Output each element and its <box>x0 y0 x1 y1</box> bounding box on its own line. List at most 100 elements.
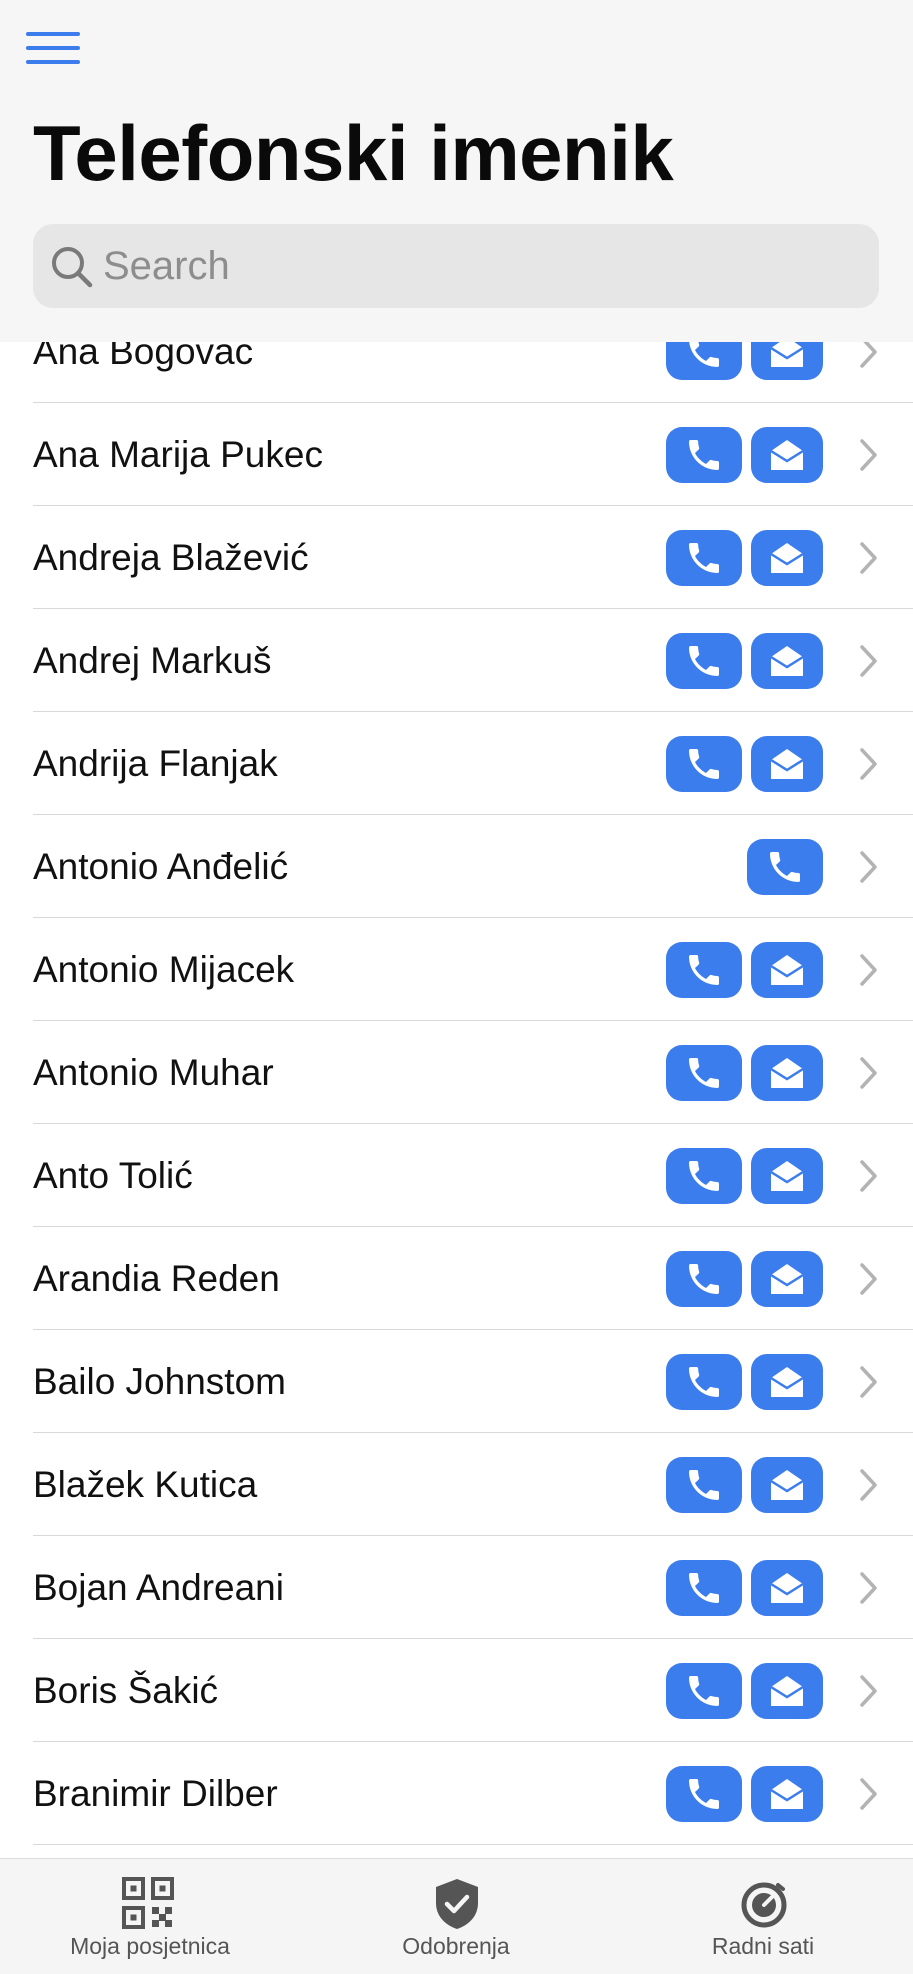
shield-check-icon <box>436 1879 478 1929</box>
clock-icon <box>741 1882 787 1928</box>
email-button[interactable] <box>751 1354 823 1410</box>
call-button[interactable] <box>666 736 742 792</box>
envelope-open-icon <box>770 1058 804 1088</box>
call-button[interactable] <box>666 1045 742 1101</box>
contact-row[interactable]: Arandia Reden <box>0 1227 913 1330</box>
envelope-open-icon <box>770 1264 804 1294</box>
call-button[interactable] <box>666 1560 742 1616</box>
phone-icon <box>689 1058 719 1088</box>
tab-label: Radni sati <box>711 1933 815 1959</box>
call-button[interactable] <box>666 633 742 689</box>
contact-row[interactable]: Blažek Kutica <box>0 1433 913 1536</box>
app-header: Telefonski imenik <box>0 0 913 342</box>
tab-label: Moja posjetnica <box>70 1933 230 1959</box>
bottom-tab-bar: Moja posjetnica Odobrenja Radni sati <box>0 1858 913 1974</box>
call-button[interactable] <box>666 1354 742 1410</box>
contact-row[interactable]: Branimir Dilber <box>0 1742 913 1845</box>
contact-row[interactable]: Boris Šakić <box>0 1639 913 1742</box>
phone-icon <box>689 543 719 573</box>
call-button[interactable] <box>666 1766 742 1822</box>
chevron-right-icon <box>860 851 877 883</box>
tab-label: Odobrenja <box>402 1933 510 1959</box>
chevron-right-icon <box>860 645 877 677</box>
contact-row[interactable]: Ana Marija Pukec <box>0 403 913 506</box>
contact-row[interactable]: Antonio Mijacek <box>0 918 913 1021</box>
envelope-open-icon <box>770 1470 804 1500</box>
email-button[interactable] <box>751 1663 823 1719</box>
contact-name: Ana Marija Pukec <box>33 434 323 475</box>
contact-row[interactable]: Antonio Muhar <box>0 1021 913 1124</box>
contact-row[interactable]: Bailo Johnstom <box>0 1330 913 1433</box>
envelope-open-icon <box>770 543 804 573</box>
chevron-right-icon <box>860 1469 877 1501</box>
phone-icon <box>689 646 719 676</box>
email-button[interactable] <box>751 1148 823 1204</box>
qr-code-icon <box>122 1877 174 1929</box>
call-button[interactable] <box>666 1251 742 1307</box>
contact-name: Branimir Dilber <box>33 1773 278 1814</box>
contact-name: Andrej Markuš <box>33 640 272 681</box>
search-bar[interactable] <box>33 224 879 308</box>
chevron-right-icon <box>860 1675 877 1707</box>
call-button[interactable] <box>666 427 742 483</box>
contact-name: Andrija Flanjak <box>33 743 278 784</box>
envelope-open-icon <box>770 440 804 470</box>
phone-icon <box>689 955 719 985</box>
email-button[interactable] <box>751 1457 823 1513</box>
contact-name: Anto Tolić <box>33 1155 193 1196</box>
phone-icon <box>689 749 719 779</box>
phone-icon <box>770 852 800 882</box>
email-button[interactable] <box>751 736 823 792</box>
contact-row[interactable]: Anto Tolić <box>0 1124 913 1227</box>
envelope-open-icon <box>770 646 804 676</box>
chevron-right-icon <box>860 1572 877 1604</box>
call-button[interactable] <box>666 942 742 998</box>
phone-icon <box>689 1470 719 1500</box>
contact-name: Antonio Mijacek <box>33 949 295 990</box>
call-button[interactable] <box>747 839 823 895</box>
email-button[interactable] <box>751 1251 823 1307</box>
phone-icon <box>689 440 719 470</box>
contact-name: Blažek Kutica <box>33 1464 258 1505</box>
tab-radni-sati[interactable]: Radni sati <box>613 1859 913 1974</box>
email-button[interactable] <box>751 1766 823 1822</box>
contact-name: Arandia Reden <box>33 1258 280 1299</box>
email-button[interactable] <box>751 427 823 483</box>
email-button[interactable] <box>751 942 823 998</box>
email-button[interactable] <box>751 530 823 586</box>
envelope-open-icon <box>770 1367 804 1397</box>
hamburger-menu-icon[interactable] <box>26 30 82 66</box>
contact-row[interactable]: Bojan Andreani <box>0 1536 913 1639</box>
call-button[interactable] <box>666 1663 742 1719</box>
email-button[interactable] <box>751 1560 823 1616</box>
call-button[interactable] <box>666 1457 742 1513</box>
phone-icon <box>689 1367 719 1397</box>
email-button[interactable] <box>751 1045 823 1101</box>
phone-icon <box>689 1161 719 1191</box>
contact-row[interactable]: Andreja Blažević <box>0 506 913 609</box>
contact-name: Boris Šakić <box>33 1670 219 1711</box>
envelope-open-icon <box>770 1676 804 1706</box>
chevron-right-icon <box>860 1160 877 1192</box>
phone-icon <box>689 1264 719 1294</box>
tab-odobrenja[interactable]: Odobrenja <box>306 1859 606 1974</box>
chevron-right-icon <box>860 1778 877 1810</box>
call-button[interactable] <box>666 1148 742 1204</box>
page-title: Telefonski imenik <box>33 109 674 197</box>
contact-row[interactable]: Antonio Anđelić <box>0 815 913 918</box>
envelope-open-icon <box>770 1573 804 1603</box>
tab-moja-posjetnica[interactable]: Moja posjetnica <box>0 1859 300 1974</box>
contact-row[interactable]: Andrija Flanjak <box>0 712 913 815</box>
chevron-right-icon <box>860 748 877 780</box>
envelope-open-icon <box>770 1161 804 1191</box>
contact-name: Bailo Johnstom <box>33 1361 286 1402</box>
contact-row[interactable]: Andrej Markuš <box>0 609 913 712</box>
call-button[interactable] <box>666 530 742 586</box>
search-input[interactable] <box>103 224 863 308</box>
contact-name: Bojan Andreani <box>33 1567 284 1608</box>
envelope-open-icon <box>770 1779 804 1809</box>
chevron-right-icon <box>860 954 877 986</box>
email-button[interactable] <box>751 633 823 689</box>
phone-icon <box>689 1676 719 1706</box>
chevron-right-icon <box>860 1366 877 1398</box>
